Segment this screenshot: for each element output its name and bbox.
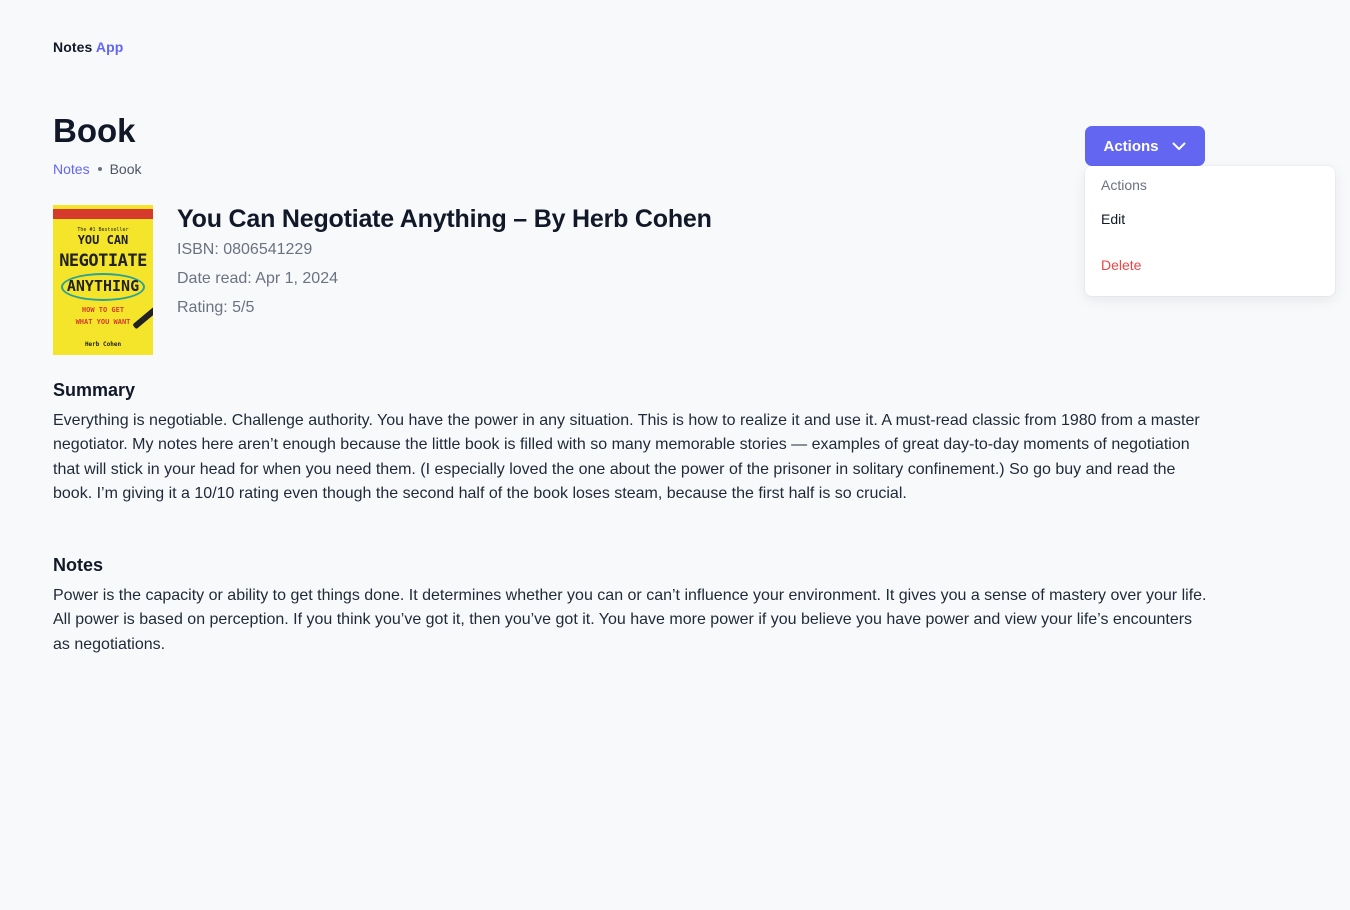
brand-name-secondary: App: [95, 39, 124, 55]
menu-item-delete-label: Delete: [1101, 257, 1142, 273]
actions-button[interactable]: Actions: [1085, 126, 1205, 166]
page-title: Book: [53, 112, 136, 149]
cover-line-1: YOU CAN: [77, 233, 129, 247]
cover-line-4: HOW TO GET: [81, 306, 125, 314]
actions-button-label: Actions: [1103, 137, 1159, 155]
book-date-read: Date read: Apr 1, 2024: [177, 270, 338, 287]
brand-name-primary: Notes: [53, 39, 93, 55]
actions-dropdown-menu: Actions Edit Delete: [1085, 166, 1335, 296]
cover-line-3: ANYTHING: [66, 277, 140, 295]
summary-text: Everything is negotiable. Challenge auth…: [53, 412, 1200, 502]
notes-text: Power is the capacity or ability to get …: [53, 587, 1207, 653]
book-title: You Can Negotiate Anything – By Herb Coh…: [177, 205, 712, 233]
book-rating: Rating: 5/5: [177, 299, 255, 316]
cover-banner: [53, 209, 153, 219]
breadcrumb-current: Book: [109, 161, 142, 177]
chevron-down-icon: [1171, 138, 1187, 154]
cover-author: Herb Cohen: [84, 341, 122, 348]
summary-heading: Summary: [53, 380, 136, 400]
breadcrumb-separator: [97, 167, 102, 171]
breadcrumb-link-notes[interactable]: Notes: [53, 161, 90, 177]
menu-item-edit-label: Edit: [1101, 211, 1126, 227]
cover-line-2: NEGOTIATE: [59, 251, 147, 271]
page: Notes App Book Notes Book The #1 Bestsel…: [0, 0, 1350, 910]
breadcrumb: Notes Book: [53, 161, 142, 177]
brand-logo[interactable]: Notes App: [53, 39, 123, 55]
book-isbn: ISBN: 0806541229: [177, 241, 313, 258]
book-cover-image: The #1 Bestseller YOU CAN NEGOTIATE ANYT…: [53, 205, 153, 355]
menu-header: Actions: [1101, 177, 1147, 193]
notes-heading: Notes: [53, 555, 104, 575]
menu-item-edit[interactable]: Edit: [1085, 202, 1335, 236]
menu-item-delete[interactable]: Delete: [1085, 248, 1335, 282]
